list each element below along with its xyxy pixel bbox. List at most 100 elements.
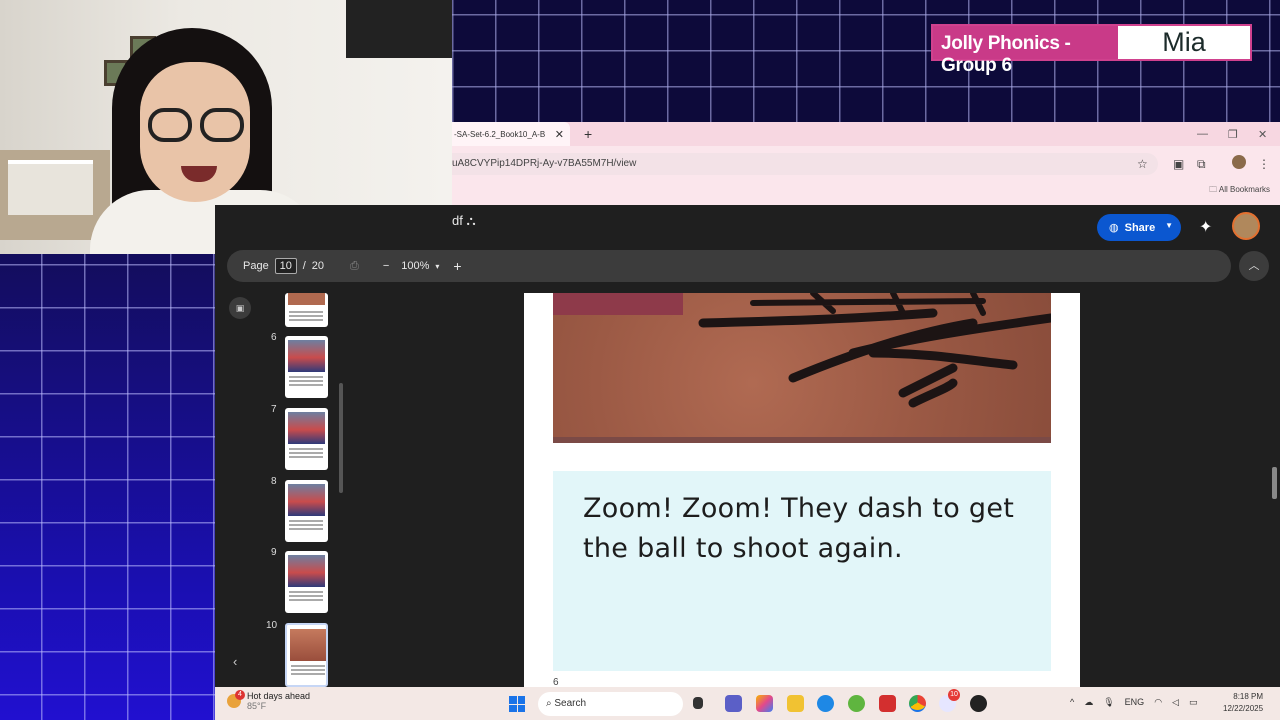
zoom-in-icon[interactable]: + — [453, 258, 461, 274]
chevron-down-icon[interactable]: ▼ — [1165, 221, 1173, 230]
browser-tab[interactable]: -SA-Set-6.2_Book10_A-B ✕ — [452, 122, 570, 146]
photo-shadow — [698, 293, 1051, 408]
globe-icon: ◍ — [1109, 222, 1119, 234]
viewer-header: df ⛬ ◍ Share ▼ ✦ — [452, 205, 1280, 249]
language-indicator[interactable]: ENG — [1125, 697, 1145, 708]
bookmark-star-icon[interactable]: ☆ — [1137, 153, 1148, 175]
chrome-icon[interactable] — [909, 695, 926, 712]
thumbnail-page-7[interactable] — [285, 408, 328, 470]
thumbnail-page-10-selected[interactable] — [285, 623, 328, 687]
address-bar[interactable]: uA8CVYPip14DPRj-Ay-v7BA55M7H/view ☆ — [452, 153, 1158, 175]
thumbnail-page-8[interactable] — [285, 480, 328, 542]
bookmarks-label: All Bookmarks — [1218, 185, 1270, 194]
file-name-text: df — [452, 213, 463, 228]
share-label: Share — [1124, 221, 1156, 234]
onedrive-icon[interactable]: ☁ — [1084, 697, 1093, 708]
weather-text: Hot days ahead 85°F — [247, 691, 310, 711]
shared-drive-icon: ⛬ — [466, 213, 476, 228]
print-icon[interactable]: ⎙ — [350, 260, 359, 273]
system-tray: ^ ☁ 🎙 ENG ◠ ◁ ▭ — [1070, 697, 1197, 708]
tab-bar: -SA-Set-6.2_Book10_A-B ✕ + — [452, 122, 1280, 146]
folder-icon: 🗀 — [1209, 185, 1218, 194]
thumbnail-page-6[interactable] — [285, 336, 328, 398]
teams-icon[interactable] — [725, 695, 742, 712]
thumbnail-text — [289, 591, 323, 593]
taskbar-search[interactable]: ⌕ Search — [538, 692, 683, 716]
messenger-icon[interactable]: 10 — [939, 689, 960, 712]
zoom-out-icon[interactable]: − — [383, 260, 389, 272]
class-badge: Jolly Phonics - Group 6 Mia — [931, 24, 1252, 76]
notification-badge: 10 — [948, 689, 960, 701]
url-text: uA8CVYPip14DPRj-Ay-v7BA55M7H/view — [452, 158, 637, 169]
chevron-up-icon[interactable]: ^ — [1070, 697, 1074, 708]
close-icon[interactable]: ✕ — [555, 128, 564, 141]
image-icon[interactable]: ▣ — [229, 297, 251, 319]
thumbnail-page-5[interactable] — [285, 293, 328, 327]
zoom-dropdown-icon[interactable]: ▾ — [435, 262, 439, 271]
more-menu-icon[interactable]: ⋮ — [1258, 157, 1270, 171]
copilot-icon[interactable] — [756, 695, 773, 712]
user-avatar[interactable] — [1232, 212, 1260, 240]
search-label: Search — [554, 698, 587, 709]
webcam-papers — [8, 160, 93, 215]
grid-background-top — [452, 0, 1280, 122]
thumbnail-text — [291, 665, 325, 667]
thumbnail-image — [288, 555, 325, 587]
file-name: df ⛬ — [452, 213, 476, 229]
volume-icon[interactable]: ◁ — [1172, 697, 1179, 708]
thumbnail-scrollbar[interactable] — [339, 383, 343, 493]
webcam-glasses-left — [148, 108, 192, 142]
file-explorer-icon[interactable] — [787, 695, 804, 712]
thumbnail-text — [289, 448, 323, 450]
restore-icon[interactable]: ❐ — [1228, 128, 1238, 141]
microphone-icon[interactable]: 🎙 — [1103, 697, 1114, 708]
task-view-icon[interactable] — [693, 697, 703, 709]
weather-temp: 85°F — [247, 701, 267, 711]
thumbnail-number: 6 — [271, 332, 277, 343]
wifi-icon[interactable]: ◠ — [1154, 697, 1162, 708]
student-name: Mia — [1118, 26, 1250, 59]
total-pages: 20 — [311, 260, 325, 272]
system-clock[interactable]: 8:18 PM 12/22/2025 — [1223, 691, 1263, 715]
minimize-icon[interactable]: — — [1197, 128, 1208, 140]
cast-icon[interactable]: ▣ — [1173, 157, 1184, 171]
thumbnail-panel: ▣ 6 7 8 9 10 ‹ — [215, 289, 350, 687]
weather-widget[interactable]: 4 Hot days ahead 85°F — [227, 690, 310, 711]
wps-icon[interactable] — [879, 695, 896, 712]
story-text-panel: Zoom! Zoom! They dash to get the ball to… — [553, 471, 1051, 671]
weather-badge: 4 — [235, 690, 245, 700]
new-tab-icon[interactable]: + — [584, 126, 592, 142]
profile-avatar[interactable] — [1232, 155, 1246, 169]
story-text: Zoom! Zoom! They dash to get the ball to… — [583, 489, 1023, 569]
close-window-icon[interactable]: ✕ — [1258, 128, 1267, 141]
app-icon-green[interactable] — [848, 695, 865, 712]
chevron-left-icon[interactable]: ‹ — [233, 654, 237, 669]
page-number-input[interactable]: 10 — [274, 258, 297, 274]
windows-start-icon[interactable] — [509, 696, 525, 712]
weather-title: Hot days ahead — [247, 691, 311, 701]
edge-icon[interactable] — [817, 695, 834, 712]
tab-title: -SA-Set-6.2_Book10_A-B — [454, 129, 546, 139]
battery-icon[interactable]: ▭ — [1189, 697, 1198, 708]
story-text-line-2: the ball to shoot again. — [583, 533, 903, 564]
share-button[interactable]: ◍ Share ▼ — [1097, 214, 1181, 241]
grid-background-left — [0, 254, 215, 720]
page-label: Page — [243, 260, 269, 272]
gemini-sparkle-icon[interactable]: ✦ — [1199, 217, 1212, 237]
extensions-icon[interactable]: ⧉ — [1197, 157, 1206, 172]
all-bookmarks[interactable]: 🗀 All Bookmarks — [1209, 184, 1270, 198]
page-number: 6 — [553, 677, 559, 687]
thumbnail-text — [289, 376, 323, 378]
photo-edge — [553, 437, 1051, 443]
thumbnail-page-9[interactable] — [285, 551, 328, 613]
app-icon-dark[interactable] — [970, 695, 987, 712]
thumbnail-image — [288, 484, 325, 516]
chevron-up-icon[interactable]: ︿ — [1239, 251, 1269, 281]
thumbnail-text — [289, 520, 323, 522]
page-scrollbar[interactable] — [1272, 467, 1277, 499]
thumbnail-text — [289, 311, 323, 313]
zoom-level[interactable]: 100% — [401, 260, 429, 272]
page-separator: / — [302, 260, 306, 272]
clock-date: 12/22/2025 — [1223, 704, 1264, 713]
thumbnail-number: 9 — [271, 547, 277, 558]
